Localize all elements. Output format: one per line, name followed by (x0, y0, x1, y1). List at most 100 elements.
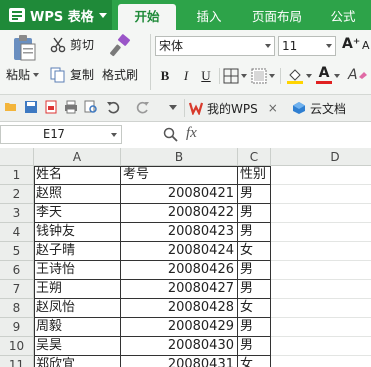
ribbon: 粘贴 剪切 复制 格式刷 宋体 11 A⁺ A B I U A A (0, 30, 371, 95)
cell-a10[interactable]: 吴昊 (34, 337, 121, 356)
column-header-c[interactable]: C (238, 148, 271, 166)
row-header[interactable]: 7 (0, 280, 34, 299)
cell-c10[interactable]: 男 (238, 337, 271, 356)
borders-button[interactable] (223, 68, 247, 84)
cell-b1[interactable]: 考号 (121, 166, 238, 185)
text-effect-button[interactable]: A (348, 67, 368, 83)
cell-c1[interactable]: 性别 (238, 166, 271, 185)
cell-style-button[interactable] (251, 68, 275, 84)
row-header[interactable]: 2 (0, 185, 34, 204)
row-header[interactable]: 9 (0, 318, 34, 337)
cell-b5[interactable]: 20080424 (121, 242, 238, 261)
row-header[interactable]: 8 (0, 299, 34, 318)
formula-input[interactable] (212, 125, 367, 144)
chevron-down-icon[interactable] (166, 100, 180, 114)
cell-d5[interactable] (271, 242, 371, 261)
row-header[interactable]: 5 (0, 242, 34, 261)
cell-c3[interactable]: 男 (238, 204, 271, 223)
cell-d7[interactable] (271, 280, 371, 299)
select-all-corner[interactable] (0, 148, 34, 166)
cut-button[interactable]: 剪切 (50, 36, 94, 53)
cell-d3[interactable] (271, 204, 371, 223)
cell-b10[interactable]: 20080430 (121, 337, 238, 356)
doc-tab-my-wps[interactable]: 我的WPS × (189, 99, 278, 117)
copy-button[interactable]: 复制 (50, 66, 94, 83)
cell-b2[interactable]: 20080421 (121, 185, 238, 204)
column-header-b[interactable]: B (121, 148, 238, 166)
save-icon[interactable] (24, 100, 38, 114)
cell-b6[interactable]: 20080426 (121, 261, 238, 280)
cell-a4[interactable]: 钱钟友 (34, 223, 121, 242)
cell-a11[interactable]: 郑欣宜 (34, 356, 121, 367)
cell-d1[interactable] (271, 166, 371, 185)
tab-home[interactable]: 开始 (118, 4, 176, 30)
insert-function-button[interactable]: fx (186, 125, 197, 142)
cell-a1[interactable]: 姓名 (34, 166, 121, 185)
cell-a9[interactable]: 周毅 (34, 318, 121, 337)
bold-button[interactable]: B (157, 66, 173, 86)
row-header[interactable]: 11 (0, 356, 34, 367)
font-name-value: 宋体 (159, 39, 184, 53)
zoom-icon[interactable] (163, 127, 178, 142)
cell-a6[interactable]: 王诗怡 (34, 261, 121, 280)
cell-d8[interactable] (271, 299, 371, 318)
paste-dropdown[interactable]: 粘贴 (6, 66, 40, 83)
row-header[interactable]: 6 (0, 261, 34, 280)
column-header-d[interactable]: D (271, 148, 371, 166)
row-header[interactable]: 10 (0, 337, 34, 356)
row-header[interactable]: 4 (0, 223, 34, 242)
row-header[interactable]: 3 (0, 204, 34, 223)
row-header[interactable]: 1 (0, 166, 34, 185)
export-pdf-icon[interactable] (44, 100, 58, 114)
undo-icon[interactable] (106, 100, 120, 114)
cell-a8[interactable]: 赵凤怡 (34, 299, 121, 318)
cell-c2[interactable]: 男 (238, 185, 271, 204)
cell-d4[interactable] (271, 223, 371, 242)
close-icon[interactable]: × (268, 101, 278, 115)
print-icon[interactable] (64, 100, 78, 114)
tab-page-layout[interactable]: 页面布局 (244, 4, 310, 30)
cell-c6[interactable]: 男 (238, 261, 271, 280)
name-box[interactable]: E17 (0, 125, 122, 144)
format-painter-button[interactable] (104, 34, 136, 60)
cell-d9[interactable] (271, 318, 371, 337)
cell-c8[interactable]: 女 (238, 299, 271, 318)
doc-tab-cloud-docs[interactable]: 云文档 (292, 99, 346, 117)
cell-a5[interactable]: 赵子晴 (34, 242, 121, 261)
cell-d2[interactable] (271, 185, 371, 204)
app-menu-button[interactable]: WPS 表格 (0, 0, 112, 30)
redo-icon[interactable] (136, 100, 150, 114)
cell-b8[interactable]: 20080428 (121, 299, 238, 318)
font-size-select[interactable]: 11 (278, 36, 336, 56)
cell-b3[interactable]: 20080422 (121, 204, 238, 223)
paste-button[interactable] (8, 34, 40, 62)
cell-b9[interactable]: 20080429 (121, 318, 238, 337)
underline-button[interactable]: U (198, 66, 214, 86)
grow-font-button[interactable]: A⁺ (342, 36, 360, 52)
cell-a2[interactable]: 赵照 (34, 185, 121, 204)
cell-b11[interactable]: 20080431 (121, 356, 238, 367)
cell-c4[interactable]: 男 (238, 223, 271, 242)
chevron-down-icon[interactable] (334, 74, 340, 78)
tab-formulas[interactable]: 公式 (322, 4, 364, 30)
cell-d6[interactable] (271, 261, 371, 280)
font-color-button[interactable]: A (316, 65, 332, 84)
cell-c9[interactable]: 男 (238, 318, 271, 337)
cell-a3[interactable]: 李天 (34, 204, 121, 223)
folder-open-icon[interactable] (4, 100, 18, 114)
cell-c7[interactable]: 男 (238, 280, 271, 299)
italic-button[interactable]: I (178, 66, 194, 86)
cell-c11[interactable]: 女 (238, 356, 271, 367)
cell-b4[interactable]: 20080423 (121, 223, 238, 242)
cell-a7[interactable]: 王朔 (34, 280, 121, 299)
fill-color-button[interactable] (286, 67, 312, 85)
font-name-select[interactable]: 宋体 (155, 36, 275, 56)
tab-insert[interactable]: 插入 (186, 4, 232, 30)
cell-d11[interactable] (271, 356, 371, 367)
column-header-a[interactable]: A (34, 148, 121, 166)
cell-b7[interactable]: 20080427 (121, 280, 238, 299)
cell-c5[interactable]: 女 (238, 242, 271, 261)
shrink-font-button[interactable]: A (362, 39, 370, 52)
print-preview-icon[interactable] (84, 100, 98, 114)
cell-d10[interactable] (271, 337, 371, 356)
